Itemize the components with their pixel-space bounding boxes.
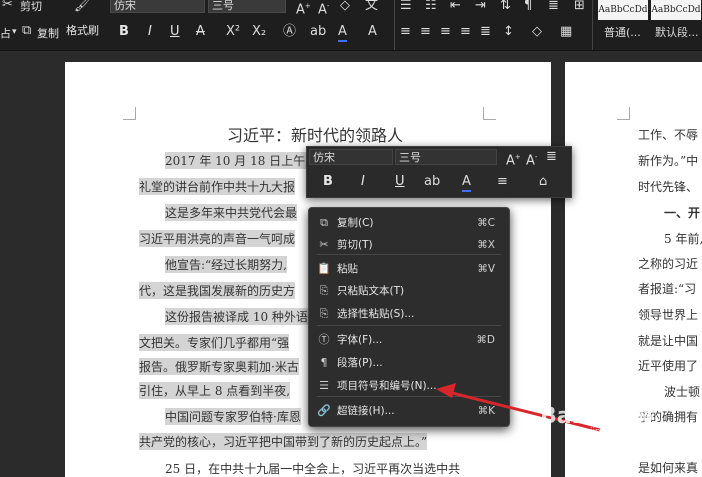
watermark-url: jingyan.baidu.com	[590, 427, 674, 437]
watermark-logo: Baidu经验	[540, 404, 655, 429]
arrow-head	[436, 383, 456, 398]
